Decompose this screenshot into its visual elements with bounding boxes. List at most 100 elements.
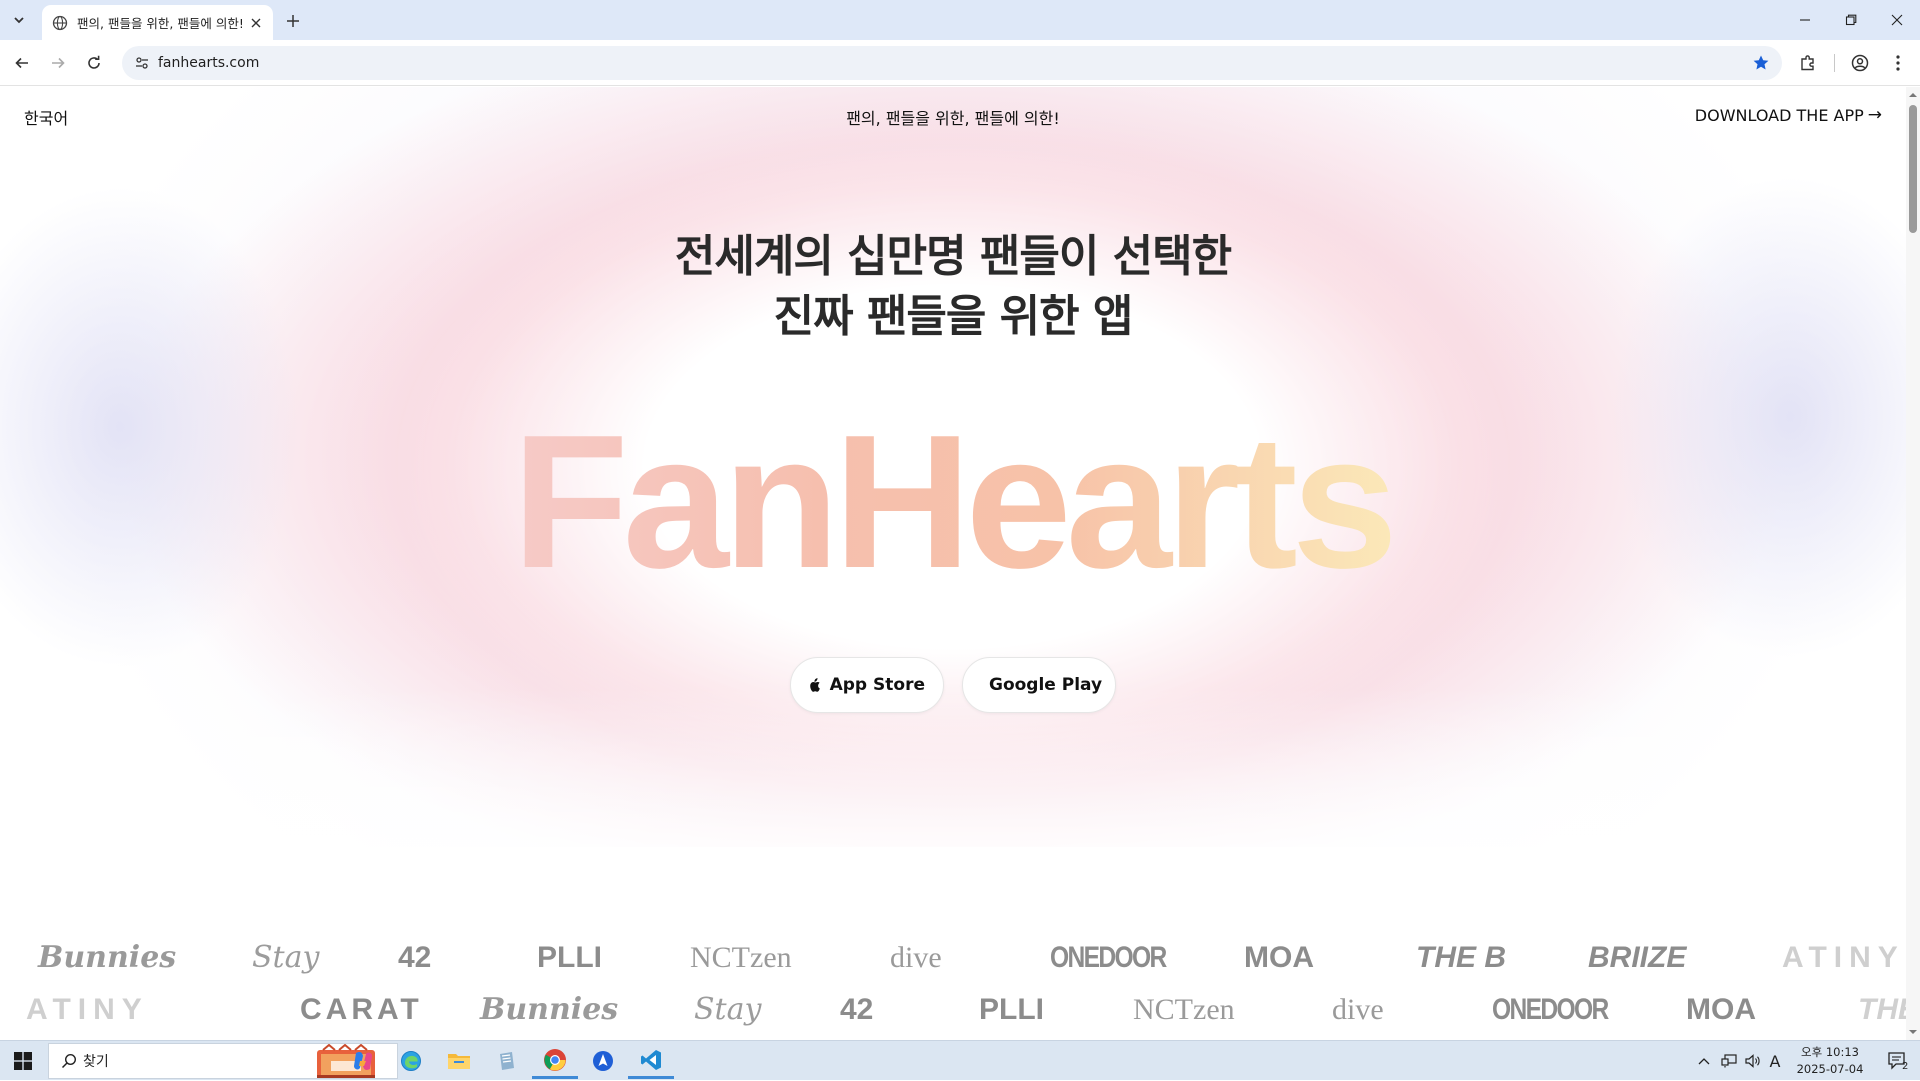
windows-logo-icon [14, 1052, 32, 1070]
profile-button[interactable] [1848, 51, 1872, 75]
google-play-button[interactable]: Google Play [962, 657, 1116, 713]
site-info-button[interactable] [132, 53, 152, 73]
plus-icon [287, 15, 299, 27]
close-window-button[interactable] [1874, 8, 1920, 32]
edge-icon [401, 1051, 421, 1071]
globe-icon [52, 15, 68, 30]
folder-icon [448, 1054, 470, 1069]
tray-volume[interactable] [1742, 1041, 1764, 1081]
taskbar-app-arrow[interactable] [580, 1043, 626, 1079]
notes-app-icon [500, 1052, 514, 1070]
fandom-logo: 42 [840, 993, 874, 1026]
download-app-label: DOWNLOAD THE APP [1694, 105, 1864, 125]
browser-menu-button[interactable] [1886, 51, 1910, 75]
fandom-logo: dive [1332, 993, 1384, 1026]
app-store-button[interactable]: App Store [790, 657, 944, 713]
taskbar-chrome[interactable] [532, 1043, 578, 1079]
scrollbar-thumb[interactable] [1909, 105, 1917, 233]
bookmark-star-icon[interactable] [1752, 54, 1770, 72]
page-viewport: 한국어 팬의, 팬들을 위한, 팬들에 의한! DOWNLOAD THE APP… [0, 87, 1906, 1040]
url-text[interactable]: fanhearts.com [158, 46, 259, 80]
fandom-logo: dive [890, 941, 942, 974]
tray-ime-indicator[interactable]: A [1764, 1041, 1786, 1081]
fandom-logo: PLLI [979, 993, 1044, 1026]
taskbar-copilot[interactable] [340, 1043, 386, 1079]
minimize-button[interactable] [1782, 8, 1828, 32]
fanhearts-logo: FanHearts [512, 425, 1394, 575]
fandom-logo: ATINY [26, 993, 149, 1026]
reload-icon [88, 55, 100, 69]
fandom-logo: NCTzen [690, 941, 792, 974]
fandom-logo: ATINY [1782, 941, 1905, 974]
tray-network[interactable] [1718, 1041, 1740, 1081]
taskbar-file-explorer[interactable] [436, 1043, 482, 1079]
fandom-logo: CARAT [300, 993, 423, 1026]
more-vertical-icon [1896, 55, 1900, 71]
profile-icon [1851, 54, 1869, 72]
volume-icon [1745, 1054, 1760, 1068]
page-scrollbar[interactable] [1906, 87, 1920, 1040]
browser-toolbar: fanhearts.com [0, 40, 1920, 86]
toolbar-divider [1834, 54, 1835, 72]
fandom-logo: ONEDOOR [1492, 993, 1609, 1026]
arrow-left-icon [15, 57, 28, 69]
fandom-logo: MOA [1686, 993, 1756, 1026]
tab-title: 팬의, 팬들을 위한, 팬들에 의한! [77, 16, 244, 31]
scroll-up-arrow-icon[interactable] [1909, 91, 1917, 99]
fandom-logo: 42 [398, 941, 432, 974]
notification-count: 2 [1902, 1061, 1909, 1072]
arrow-right-icon: → [1867, 105, 1882, 125]
taskbar-vscode[interactable] [628, 1043, 674, 1079]
network-icon [1721, 1054, 1737, 1068]
fandom-logo: THE [1858, 993, 1906, 1026]
search-icon [61, 1053, 77, 1069]
vscode-icon [641, 1049, 661, 1070]
navigation-app-icon [593, 1051, 613, 1071]
taskbar-edge[interactable] [388, 1043, 434, 1079]
notification-center-button[interactable]: 2 [1878, 1041, 1918, 1081]
taskbar-app-notes[interactable] [484, 1043, 530, 1079]
fandom-logo: PLLI [537, 941, 602, 974]
arrow-right-icon [52, 57, 65, 69]
hero-fade [0, 687, 1906, 887]
fandom-logo: MOA [1244, 941, 1314, 974]
restore-icon [1845, 14, 1857, 26]
fandom-logo: ONEDOOR [1050, 941, 1167, 974]
fandom-logo: Bunnies [38, 940, 177, 975]
puzzle-icon [1801, 55, 1814, 71]
fandom-logo: Stay [694, 992, 762, 1027]
extensions-button[interactable] [1796, 51, 1820, 75]
fandom-logo: THE B [1416, 941, 1506, 974]
hero-headline-line2: 진짜 팬들을 위한 앱 [773, 291, 1134, 342]
windows-taskbar: 찾기 A 오후 10:13 2025-07-04 2 [0, 1040, 1920, 1080]
close-icon [251, 18, 261, 27]
minimize-icon [1800, 19, 1810, 21]
restore-button[interactable] [1828, 8, 1874, 32]
fandom-logo: BRIIZE [1588, 941, 1687, 974]
tab-close-button[interactable] [247, 14, 265, 32]
taskbar-search-placeholder: 찾기 [83, 1054, 109, 1070]
back-button[interactable] [8, 49, 36, 77]
forward-button[interactable] [44, 49, 72, 77]
browser-tab-active[interactable]: 팬의, 팬들을 위한, 팬들에 의한! [42, 5, 273, 40]
address-bar[interactable]: fanhearts.com [122, 46, 1782, 80]
fandom-row-2: ATINY CARAT Bunnies Stay 42 PLLI NCTzen … [0, 987, 1906, 1033]
site-tagline: 팬의, 팬들을 위한, 팬들에 의한! [846, 109, 1060, 128]
taskbar-clock[interactable]: 오후 10:13 2025-07-04 [1784, 1044, 1876, 1078]
hero-headline-line1: 전세계의 십만명 팬들이 선택한 [674, 231, 1232, 282]
start-button[interactable] [0, 1041, 46, 1081]
clock-time: 오후 10:13 [1801, 1045, 1859, 1059]
chevron-down-icon [14, 17, 24, 24]
scroll-down-arrow-icon[interactable] [1909, 1028, 1917, 1036]
tune-icon [136, 57, 148, 69]
logo-text: FanHearts [512, 425, 1392, 575]
reload-button[interactable] [80, 49, 108, 77]
fandom-row-1: Bunnies Stay 42 PLLI NCTzen dive ONEDOOR… [0, 935, 1906, 981]
app-store-label: App Store [829, 675, 925, 695]
chrome-icon [544, 1048, 566, 1071]
fandom-logo: Stay [252, 940, 320, 975]
new-tab-button[interactable] [282, 10, 304, 32]
tab-search-button[interactable] [6, 8, 32, 32]
tray-overflow-button[interactable] [1694, 1041, 1714, 1081]
download-app-link[interactable]: DOWNLOAD THE APP → [1695, 105, 1882, 125]
